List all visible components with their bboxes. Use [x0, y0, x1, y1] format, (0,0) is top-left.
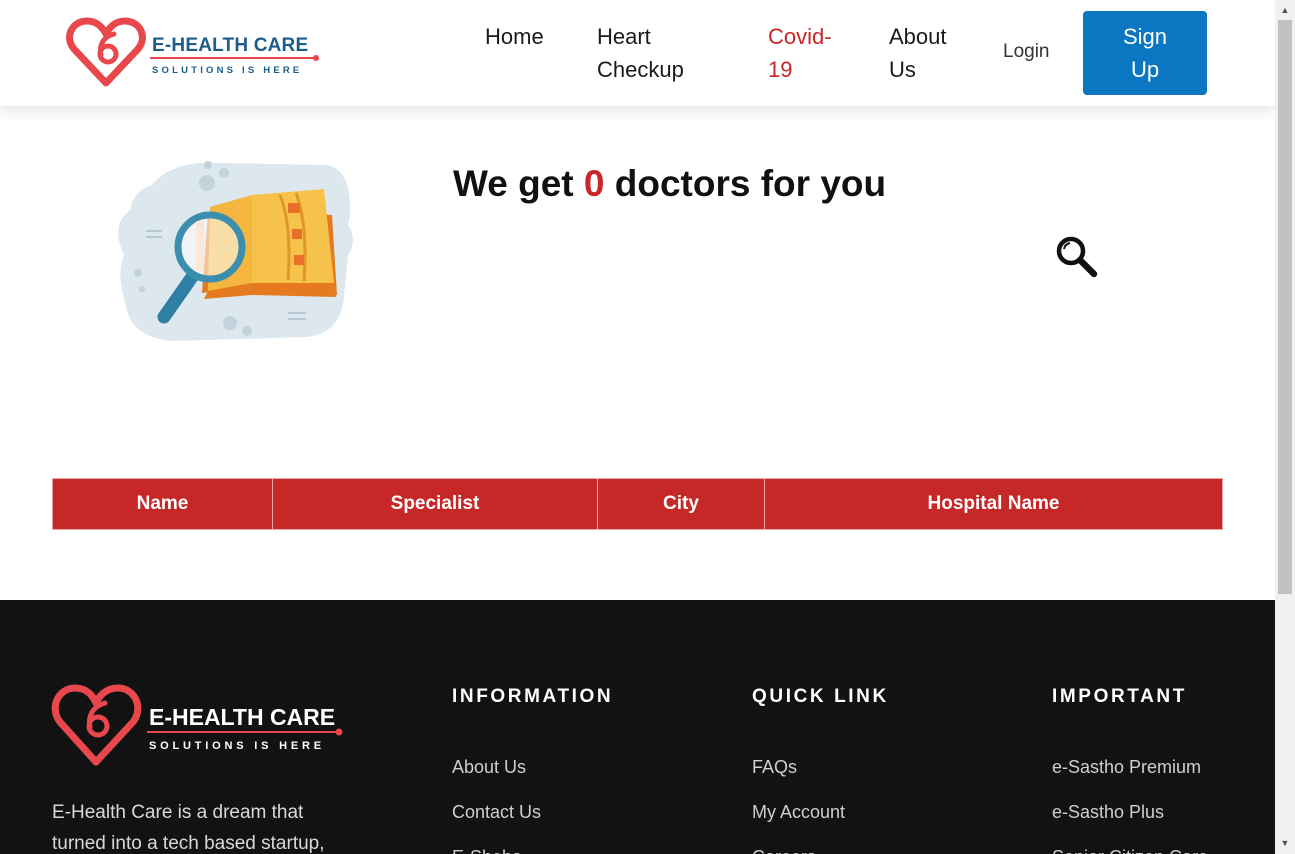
results-prefix: We get — [453, 163, 574, 204]
footer-link-faqs[interactable]: FAQs — [752, 745, 889, 790]
footer-link-my-account[interactable]: My Account — [752, 790, 889, 835]
footer-heading: QUICK LINK — [752, 686, 889, 707]
results-suffix: doctors for you — [614, 163, 887, 204]
nav-heart-checkup[interactable]: Heart Checkup — [597, 20, 707, 86]
footer-heading: IMPORTANT — [1052, 686, 1187, 707]
signup-button[interactable]: Sign Up — [1083, 11, 1207, 95]
footer-brand-name: E-HEALTH CARE — [149, 704, 336, 730]
doctor-results-table: Name Specialist City Hospital Name — [52, 478, 1223, 530]
footer-link-about-us[interactable]: About Us — [452, 745, 613, 790]
column-header-hospital-name: Hospital Name — [764, 478, 1223, 530]
search-icon[interactable] — [1054, 234, 1098, 278]
column-header-specialist: Specialist — [272, 478, 598, 530]
footer-brand-logo[interactable]: E-HEALTH CARE SOLUTIONS IS HERE — [51, 684, 351, 770]
footer-column-important: IMPORTANT e-Sastho Premium e-Sastho Plus… — [1052, 684, 1208, 854]
scrollbar-thumb[interactable] — [1278, 20, 1292, 594]
footer-column-quick-link: QUICK LINK FAQs My Account Careers — [752, 684, 889, 854]
results-heading: We get 0 doctors for you — [453, 160, 886, 208]
footer-link-contact-us[interactable]: Contact Us — [452, 790, 613, 835]
footer-brand-tagline: SOLUTIONS IS HERE — [149, 740, 325, 752]
nav-home[interactable]: Home — [485, 20, 544, 53]
nav-covid-19[interactable]: Covid-19 — [768, 20, 838, 86]
table-header-row: Name Specialist City Hospital Name — [52, 478, 1223, 530]
scroll-down-arrow-icon[interactable]: ▼ — [1275, 835, 1295, 852]
brand-logo[interactable]: E-HEALTH CARE SOLUTIONS IS HERE — [66, 17, 326, 89]
column-header-name: Name — [52, 478, 273, 530]
doctor-count: 0 — [583, 163, 605, 204]
footer-link-e-sastho-plus[interactable]: e-Sastho Plus — [1052, 790, 1208, 835]
footer-column-information: INFORMATION About Us Contact Us E-Sheba — [452, 684, 613, 854]
footer-link-senior-citizen-care[interactable]: Senior Citizen Care — [1052, 835, 1208, 854]
scroll-up-arrow-icon[interactable]: ▲ — [1275, 2, 1295, 19]
column-header-city: City — [597, 478, 765, 530]
footer-about-text: E-Health Care is a dream that turned int… — [52, 802, 325, 854]
brand-tagline: SOLUTIONS IS HERE — [152, 65, 303, 76]
site-header: E-HEALTH CARE SOLUTIONS IS HERE Home Hea… — [0, 0, 1275, 106]
nav-about-us[interactable]: About Us — [889, 20, 959, 86]
footer-link-e-sheba[interactable]: E-Sheba — [452, 835, 613, 854]
login-link[interactable]: Login — [1003, 37, 1050, 67]
footer-link-careers[interactable]: Careers — [752, 835, 889, 854]
footer-link-e-sastho-premium[interactable]: e-Sastho Premium — [1052, 745, 1208, 790]
site-footer: E-HEALTH CARE SOLUTIONS IS HERE E-Health… — [0, 600, 1275, 854]
search-book-illustration — [112, 155, 362, 345]
footer-heading: INFORMATION — [452, 686, 614, 707]
vertical-scrollbar[interactable]: ▲ ▼ — [1275, 0, 1295, 854]
brand-name: E-HEALTH CARE — [152, 35, 309, 56]
